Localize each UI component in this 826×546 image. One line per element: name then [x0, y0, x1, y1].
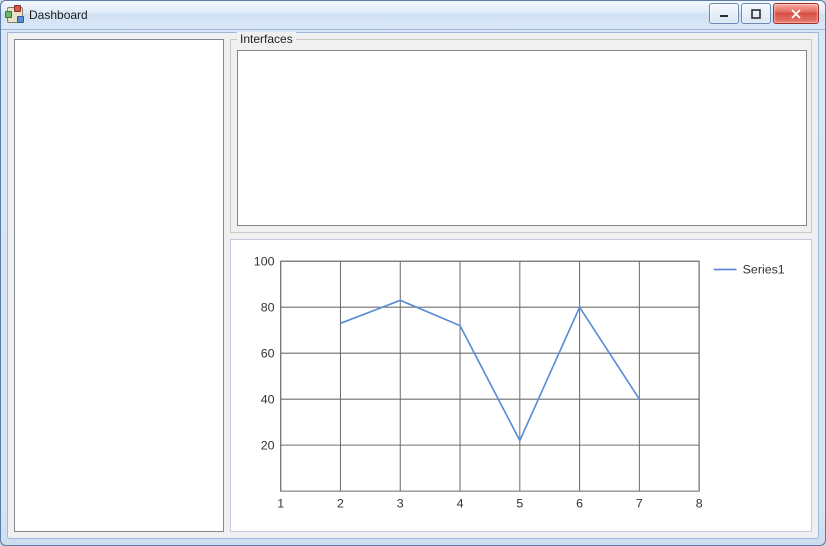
- x-tick-label: 1: [277, 497, 284, 511]
- chart-container: 20 40 60 80 100 1 2 3 4 5 6 7 8 Series1: [230, 239, 812, 532]
- legend-label: Series1: [743, 263, 785, 277]
- window-frame: Dashboard Interfaces 20 40 60 80 100 1 2 3: [0, 0, 826, 546]
- titlebar[interactable]: Dashboard: [1, 1, 825, 30]
- x-tick-label: 8: [696, 497, 703, 511]
- close-button[interactable]: [773, 3, 819, 24]
- interfaces-panel[interactable]: [237, 50, 807, 226]
- x-tick-label: 7: [636, 497, 643, 511]
- y-tick-label: 80: [261, 300, 275, 314]
- x-tick-label: 3: [397, 497, 404, 511]
- client-area: Interfaces 20 40 60 80 100 1 2 3 4 5 6 7 8 Series1: [7, 32, 819, 539]
- x-tick-label: 4: [457, 497, 464, 511]
- y-tick-label: 20: [261, 438, 275, 452]
- y-tick-label: 60: [261, 346, 275, 360]
- left-panel[interactable]: [14, 39, 224, 532]
- minimize-button[interactable]: [709, 3, 739, 24]
- y-tick-label: 100: [254, 254, 275, 268]
- app-icon: [7, 7, 23, 23]
- x-tick-label: 2: [337, 497, 344, 511]
- interfaces-groupbox: Interfaces: [230, 39, 812, 233]
- interfaces-group-label: Interfaces: [237, 32, 296, 46]
- x-tick-label: 5: [516, 497, 523, 511]
- line-chart: 20 40 60 80 100 1 2 3 4 5 6 7 8 Series1: [231, 240, 811, 531]
- y-tick-label: 40: [261, 392, 275, 406]
- x-tick-label: 6: [576, 497, 583, 511]
- window-title: Dashboard: [29, 8, 88, 22]
- maximize-button[interactable]: [741, 3, 771, 24]
